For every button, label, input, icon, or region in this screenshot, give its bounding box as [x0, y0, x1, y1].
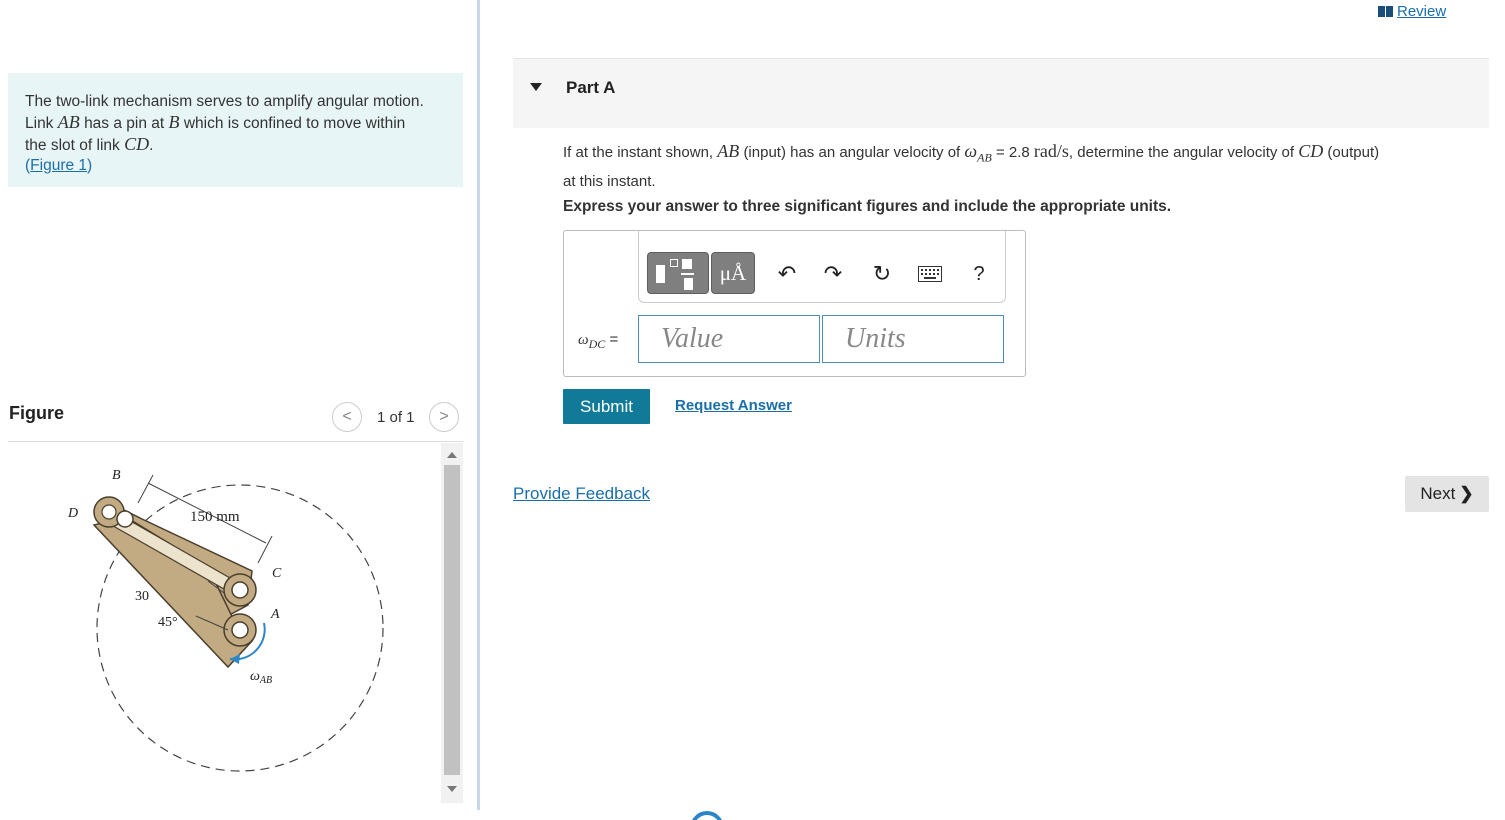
paren-close: ) — [87, 157, 93, 174]
left-panel: The two-link mechanism serves to amplify… — [0, 0, 470, 820]
label-d: D — [67, 506, 78, 521]
figure-pager-count: 1 of 1 — [377, 409, 415, 426]
slot-text: the slot of link — [25, 137, 120, 154]
figure-link[interactable]: Figure 1 — [30, 157, 87, 174]
next-figure-button[interactable]: > — [429, 402, 459, 432]
link-ab-symbol: AB — [57, 112, 80, 132]
keyboard-icon[interactable] — [915, 259, 945, 289]
part-a-header[interactable]: Part A — [513, 58, 1489, 128]
submit-button[interactable]: Submit — [563, 389, 650, 424]
panel-divider[interactable] — [477, 0, 480, 810]
scroll-thumb[interactable] — [444, 465, 460, 775]
link-word: Link — [25, 115, 54, 132]
problem-statement: The two-link mechanism serves to amplify… — [8, 73, 463, 187]
problem-line-2: Link AB has a pin at B which is confined… — [25, 112, 447, 134]
label-30: 30 — [135, 589, 149, 604]
units-input[interactable] — [822, 315, 1004, 363]
instruction-text: Express your answer to three significant… — [563, 198, 1172, 215]
book-icon — [1378, 6, 1393, 17]
pin-b-symbol: B — [168, 112, 180, 132]
pin-a — [231, 621, 249, 639]
collapse-caret-icon[interactable] — [530, 83, 542, 91]
problem-line-3: the slot of link CD. — [25, 134, 447, 156]
review-link[interactable]: Review — [1378, 3, 1446, 20]
label-b: B — [112, 468, 121, 483]
math-toolbar: μÅ ↶ ↷ ↻ ? — [638, 231, 1006, 303]
problem-line-1: The two-link mechanism serves to amplify… — [25, 92, 447, 112]
template-fraction-bar-icon — [681, 273, 694, 275]
template-block-icon — [656, 265, 665, 283]
answer-box: μÅ ↶ ↷ ↻ ? ωDC = — [563, 230, 1026, 377]
part-title: Part A — [566, 78, 616, 97]
scroll-up-arrow-icon[interactable] — [447, 452, 457, 458]
omega-dc-label: ωDC = — [578, 331, 619, 351]
label-c: C — [272, 566, 282, 581]
scroll-down-arrow-icon[interactable] — [447, 786, 457, 792]
units-button[interactable]: μÅ — [711, 252, 755, 294]
figure-image: B D 150 mm C A 30 45° ωAB — [8, 443, 443, 803]
link-cd-symbol: CD — [124, 134, 150, 154]
q-ab-symbol: AB — [717, 141, 740, 161]
q-omega-symbol: ωAB — [964, 141, 992, 165]
pin-c — [231, 581, 249, 599]
pin-text: has a pin at — [84, 115, 165, 132]
template-superscript-icon — [682, 259, 692, 269]
help-icon[interactable]: ? — [964, 259, 994, 289]
period: . — [149, 137, 154, 154]
q-cd-symbol: CD — [1298, 141, 1324, 161]
figure-header: Figure < 1 of 1 > — [8, 400, 463, 442]
dim-extension-1 — [137, 474, 154, 504]
chevron-right-icon: ❯ — [1459, 484, 1474, 503]
previous-figure-button[interactable]: < — [332, 402, 362, 432]
reset-icon[interactable]: ↻ — [867, 259, 897, 289]
label-150mm: 150 mm — [190, 509, 240, 525]
request-answer-link[interactable]: Request Answer — [675, 397, 792, 414]
redo-icon[interactable]: ↷ — [818, 259, 848, 289]
confined-text: which is confined to move within — [183, 115, 406, 132]
keyboard-svg — [918, 266, 942, 282]
template-box-icon — [670, 259, 678, 267]
question-text: If at the instant shown, AB (input) has … — [563, 141, 1380, 190]
intro-text: The two-link mechanism serves to amplify… — [25, 93, 424, 110]
loading-spinner-icon — [682, 803, 732, 820]
figure-scrollbar[interactable] — [441, 443, 463, 803]
label-a: A — [270, 607, 280, 622]
provide-feedback-link[interactable]: Provide Feedback — [513, 484, 650, 504]
label-omega-ab: ωAB — [250, 669, 272, 686]
pin-d — [101, 504, 117, 520]
figure-title: Figure — [9, 403, 65, 423]
template-denominator-icon — [684, 278, 693, 290]
value-input[interactable] — [638, 315, 820, 363]
undo-icon[interactable]: ↶ — [772, 259, 802, 289]
next-label: Next — [1420, 484, 1456, 503]
pin-b — [116, 510, 134, 528]
templates-button[interactable] — [647, 252, 709, 294]
next-button[interactable]: Next ❯ — [1405, 476, 1489, 512]
label-45deg: 45° — [158, 615, 178, 630]
problem-line-4: (Figure 1) — [25, 156, 447, 176]
review-label: Review — [1397, 3, 1447, 20]
mechanism-diagram: B D 150 mm C A 30 45° ωAB — [67, 468, 384, 772]
q-units: rad/s — [1033, 141, 1069, 161]
